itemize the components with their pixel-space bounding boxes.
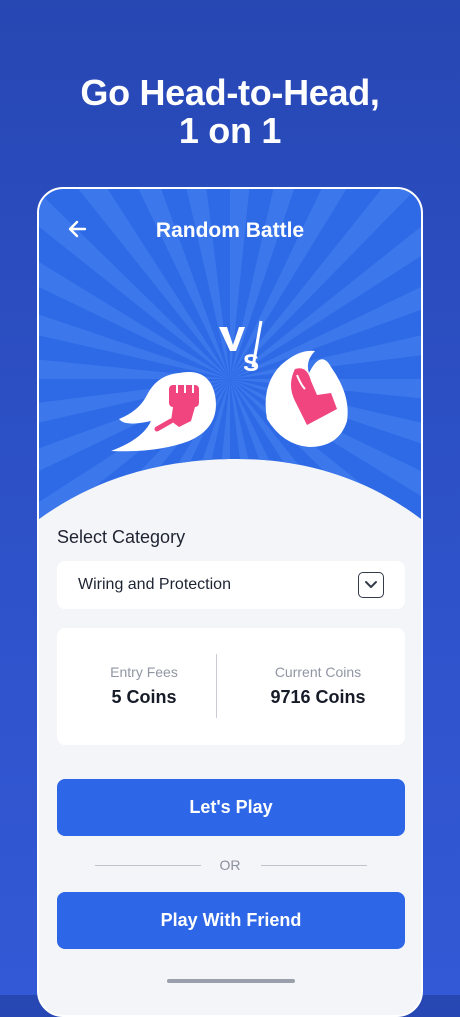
current-coins-label: Current Coins	[274, 664, 362, 680]
promo-headline: Go Head-to-Head, 1 on 1	[0, 74, 460, 150]
category-dropdown[interactable]: Wiring and Protection	[57, 561, 405, 609]
dropdown-toggle[interactable]	[358, 572, 384, 598]
screen-title: Random Battle	[155, 219, 305, 242]
current-coins-value: 9716 Coins	[270, 687, 366, 707]
play-with-friend-button[interactable]: Play With Friend	[57, 892, 405, 949]
battle-stats-card: Entry Fees 5 Coins Current Coins 9716 Co…	[57, 628, 405, 745]
flaming-arm-icon	[265, 350, 348, 447]
svg-text:S: S	[243, 350, 259, 377]
lets-play-button[interactable]: Let's Play	[57, 779, 405, 836]
vs-icon: S	[219, 320, 263, 377]
chevron-down-icon	[365, 581, 377, 588]
flaming-fist-icon	[111, 371, 216, 452]
current-coins-stat: Current Coins 9716 Coins	[231, 664, 405, 708]
category-selected-value: Wiring and Protection	[78, 576, 231, 593]
phone-screen: S Random Battle Select Category Wiring a…	[37, 187, 423, 1017]
or-line-right	[261, 865, 367, 866]
promo-headline-line1: Go Head-to-Head,	[80, 72, 380, 113]
hero-banner: S Random Battle	[39, 189, 421, 529]
entry-fees-value: 5 Coins	[111, 687, 177, 707]
category-label: Select Category	[57, 527, 186, 547]
entry-fees-label: Entry Fees	[110, 664, 178, 680]
promo-headline-line2: 1 on 1	[178, 110, 282, 151]
stats-divider	[216, 654, 217, 718]
home-indicator	[167, 979, 295, 983]
entry-fees-stat: Entry Fees 5 Coins	[57, 664, 231, 708]
or-separator: OR	[39, 855, 421, 875]
